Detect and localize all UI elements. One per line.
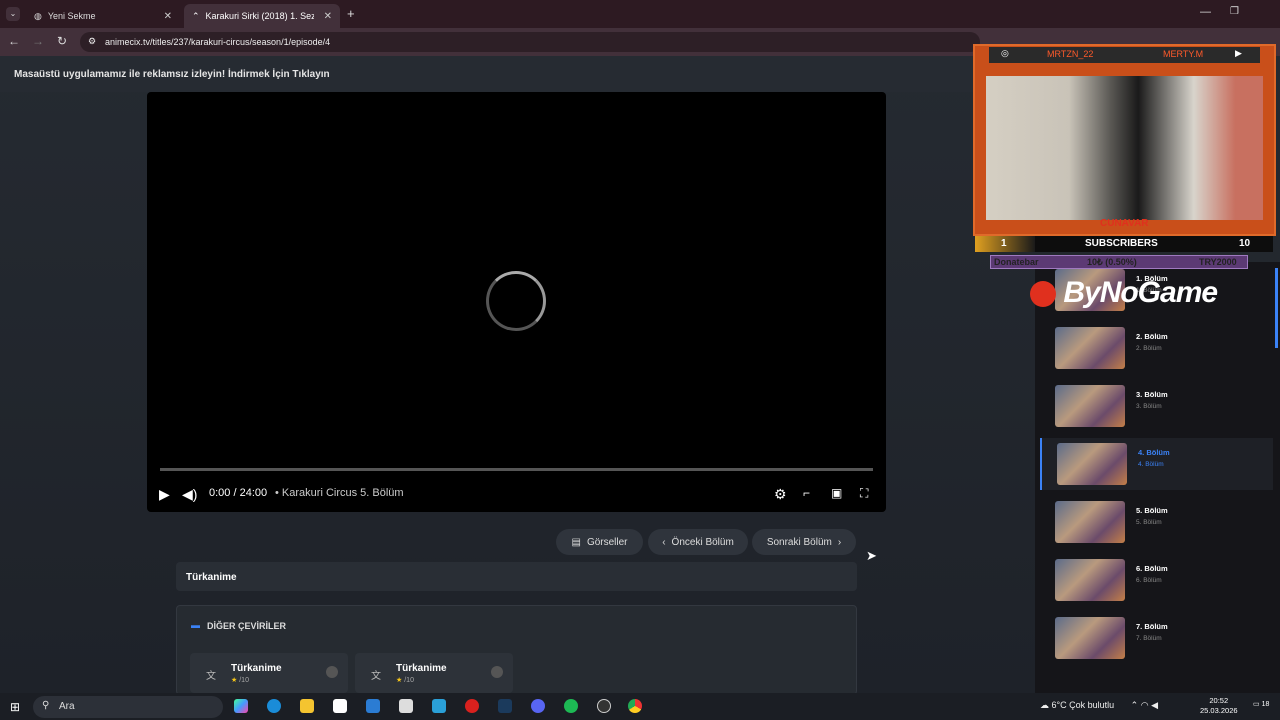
- obs-icon[interactable]: [597, 699, 611, 713]
- episode-item[interactable]: 6. Bölüm 6. Bölüm: [1040, 554, 1273, 606]
- weather-icon: ☁: [1040, 700, 1049, 710]
- promo-banner[interactable]: Masaüstü uygulamamız ile reklamsız izley…: [0, 56, 1010, 92]
- time-display: 0:00 / 24:00: [209, 487, 268, 499]
- chrome-icon[interactable]: [628, 699, 642, 713]
- close-tab-icon[interactable]: ✕: [164, 11, 172, 22]
- play-circle-icon[interactable]: [491, 666, 503, 678]
- play-icon[interactable]: ▶: [159, 486, 170, 503]
- bynogame-logo: ByNoGame: [1030, 276, 1218, 310]
- player-episode-title: • Karakuri Circus 5. Bölüm: [275, 487, 404, 499]
- settings-icon[interactable]: ⚙: [774, 486, 787, 503]
- tray-chevron-icon[interactable]: ⌃: [1131, 700, 1139, 710]
- cam-name: CUNAVAR: [1100, 218, 1149, 229]
- youtube-icon: ▶: [1235, 48, 1242, 58]
- app-icon[interactable]: [432, 699, 446, 713]
- mouse-cursor-icon: ➤: [866, 548, 877, 563]
- other-translations-title: DİĞER ÇEVİRİLER: [207, 621, 287, 631]
- spotify-icon[interactable]: [564, 699, 578, 713]
- episode-item[interactable]: 3. Bölüm 3. Bölüm: [1040, 380, 1273, 432]
- episode-item-active[interactable]: 4. Bölüm 4. Bölüm: [1040, 438, 1273, 490]
- subscriber-bar: 1 SUBSCRIBERS 10: [975, 236, 1273, 252]
- mail-icon[interactable]: [366, 699, 380, 713]
- episode-item[interactable]: 2. Bölüm 2. Bölüm: [1040, 322, 1273, 374]
- globe-icon: ◍: [34, 10, 42, 21]
- security-icon[interactable]: [399, 699, 413, 713]
- bynogame-logo-icon: [1030, 281, 1056, 308]
- fansub-bar[interactable]: Türkanime: [176, 562, 857, 591]
- edge-icon[interactable]: [267, 699, 281, 713]
- webcam-feed: [986, 76, 1263, 220]
- steam-icon[interactable]: [498, 699, 512, 713]
- new-tab-button[interactable]: +: [347, 6, 355, 21]
- episode-thumbnail: [1055, 327, 1125, 369]
- miniplayer-icon[interactable]: ▣: [831, 486, 842, 500]
- play-circle-icon[interactable]: [326, 666, 338, 678]
- scrollbar[interactable]: [1275, 268, 1278, 348]
- restore-button[interactable]: ❐: [1230, 6, 1239, 17]
- cast-icon[interactable]: ⌐: [803, 486, 810, 500]
- episode-thumbnail: [1057, 443, 1127, 485]
- episode-thumbnail: [1055, 559, 1125, 601]
- translate-icon: 文: [371, 671, 381, 682]
- instagram-icon: ◎: [1001, 48, 1009, 58]
- close-tab-icon[interactable]: ✕: [324, 11, 332, 22]
- episode-item[interactable]: 5. Bölüm 5. Bölüm: [1040, 496, 1273, 548]
- rating: ★ /10: [231, 677, 249, 684]
- search-icon: ⚲: [42, 700, 50, 711]
- prev-episode-button[interactable]: ‹ Önceki Bölüm: [648, 529, 748, 555]
- next-episode-button[interactable]: Sonraki Bölüm ›: [752, 529, 856, 555]
- system-tray: ☁ 6°C Çok bulutlu ⌃ ◠ ◀︎: [1040, 700, 1159, 710]
- episode-thumbnail: [1055, 385, 1125, 427]
- episode-item[interactable]: 7. Bölüm 7. Bölüm: [1040, 612, 1273, 664]
- episode-thumbnail: [1055, 501, 1125, 543]
- chevron-right-icon: ›: [837, 536, 842, 548]
- tab-strip: ⌄ ◍ Yeni Sekme ✕ ⌃ Karakuri Sirki (2018)…: [0, 0, 1280, 28]
- tab-active[interactable]: ⌃ Karakuri Sirki (2018) 1. Sezon 4 ✕: [184, 4, 340, 28]
- episode-thumbnail: [1055, 617, 1125, 659]
- clock[interactable]: 20:52 25.03.2026: [1200, 696, 1238, 716]
- volume-tray-icon[interactable]: ◀︎: [1151, 700, 1158, 710]
- forward-icon[interactable]: →: [30, 34, 46, 48]
- reload-icon[interactable]: ↻: [54, 34, 70, 48]
- translation-card[interactable]: 文 Türkanime ★ /10: [355, 653, 513, 693]
- back-icon[interactable]: ←: [6, 34, 22, 48]
- tab-new-tab[interactable]: ◍ Yeni Sekme ✕: [26, 4, 180, 28]
- discord-icon[interactable]: [531, 699, 545, 713]
- store-icon[interactable]: [333, 699, 347, 713]
- minimize-button[interactable]: —: [1200, 6, 1211, 18]
- taskbar-search[interactable]: ⚲ Ara: [33, 696, 223, 718]
- gallery-button[interactable]: ▤ Görseller: [556, 529, 643, 555]
- social-bar: ◎ MRTZN_22 MERTY.M ▶: [989, 47, 1260, 63]
- copilot-icon[interactable]: [234, 699, 248, 713]
- fullscreen-icon[interactable]: ⛶: [860, 486, 868, 501]
- site-favicon-icon: ⌃: [192, 10, 200, 21]
- site-info-icon[interactable]: ⚙: [88, 36, 96, 47]
- chevron-left-icon: ‹: [662, 536, 666, 548]
- wifi-icon[interactable]: ◠: [1141, 700, 1149, 710]
- volume-icon[interactable]: ◀︎): [182, 486, 197, 503]
- donate-bar: Donatebar 10₺ (0.50%) TRY2000: [990, 255, 1248, 269]
- translation-card[interactable]: 文 Türkanime ★ /10: [190, 653, 348, 693]
- tab-search-button[interactable]: ⌄: [6, 7, 20, 21]
- gallery-icon: ▤: [571, 536, 581, 548]
- address-bar[interactable]: ⚙ animecix.tv/titles/237/karakuri-circus…: [80, 32, 980, 52]
- translations-icon: ▬: [191, 620, 200, 630]
- opera-icon[interactable]: [465, 699, 479, 713]
- file-explorer-icon[interactable]: [300, 699, 314, 713]
- loading-spinner: [486, 271, 546, 331]
- notification-badge[interactable]: ▭ 18: [1253, 700, 1269, 708]
- rating: ★ /10: [396, 677, 414, 684]
- video-progress-bar[interactable]: [160, 468, 873, 471]
- windows-start-icon[interactable]: ⊞: [10, 700, 20, 714]
- translate-icon: 文: [206, 671, 216, 682]
